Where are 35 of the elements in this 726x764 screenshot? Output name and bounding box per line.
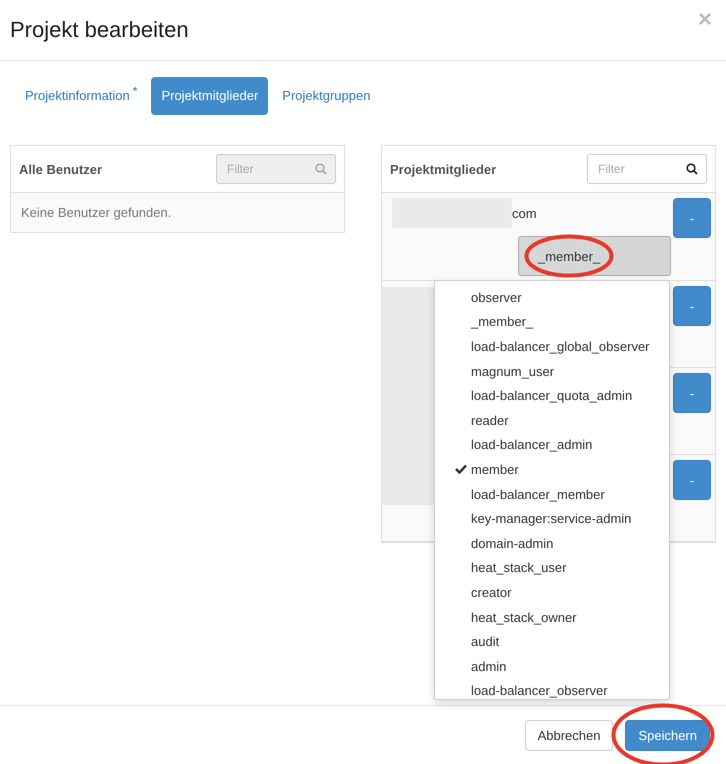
menu-item[interactable]: audit	[471, 634, 500, 650]
menu-item[interactable]: heat_stack_owner	[471, 610, 577, 625]
menu-item[interactable]: magnum_user	[471, 364, 554, 379]
empty-message: Keine Benutzer gefunden.	[11, 193, 344, 232]
menu-item[interactable]: member	[471, 462, 519, 477]
remove-button[interactable]: -	[673, 286, 711, 326]
check-icon	[455, 464, 467, 474]
member-name: com	[512, 206, 537, 220]
cancel-button[interactable]: Abbrechen	[524, 720, 614, 750]
menu-item[interactable]: load-balancer_quota_admin	[471, 388, 632, 404]
panel-title: Projektmitglieder	[390, 162, 496, 176]
panel-title: Alle Benutzer	[19, 162, 102, 176]
tab[interactable]: Projektmitglieder	[151, 77, 268, 115]
menu-item[interactable]: load-balancer_member	[471, 486, 605, 502]
remove-button[interactable]: -	[673, 460, 711, 500]
remove-button[interactable]: -	[673, 373, 711, 413]
tab[interactable]: Projektinformation *	[15, 77, 148, 115]
filter-field[interactable]: Filter	[587, 154, 707, 184]
menu-item[interactable]: heat_stack_user	[471, 560, 566, 576]
menu-item[interactable]: creator	[471, 584, 512, 600]
search-icon	[686, 163, 698, 175]
remove-button[interactable]: -	[673, 198, 711, 238]
save-button[interactable]: Speichern	[625, 720, 710, 750]
menu-item[interactable]: admin	[471, 658, 506, 674]
menu-item[interactable]: reader	[471, 412, 509, 428]
menu-item[interactable]: load-balancer_admin	[471, 437, 592, 452]
menu-item[interactable]: load-balancer_global_observer	[471, 338, 650, 354]
menu-item[interactable]: observer	[471, 290, 522, 305]
dialog-title: Projekt bearbeiten	[10, 17, 189, 43]
menu-item[interactable]: domain-admin	[471, 536, 554, 551]
search-icon	[315, 163, 327, 175]
menu-item[interactable]: load-balancer_observer	[471, 683, 608, 698]
menu-item[interactable]: key-manager:service-admin	[471, 511, 632, 526]
tab[interactable]: Projektgruppen	[272, 77, 380, 115]
menu-item[interactable]: _member_	[471, 314, 534, 330]
